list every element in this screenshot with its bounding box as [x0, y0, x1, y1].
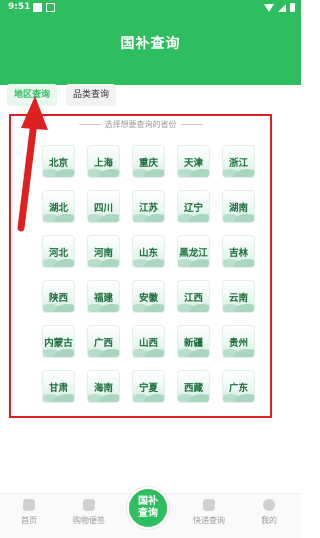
- province-label: 陕西: [48, 292, 68, 304]
- province-label: 湖南: [228, 202, 248, 214]
- province-button[interactable]: 内蒙古: [42, 325, 75, 358]
- notification-icons: [33, 3, 55, 12]
- province-button[interactable]: 湖南: [222, 190, 255, 223]
- province-button[interactable]: 福建: [87, 280, 120, 313]
- province-label: 重庆: [138, 157, 158, 169]
- province-button[interactable]: 重庆: [132, 145, 165, 178]
- province-label: 湖北: [48, 202, 68, 214]
- battery-icon: [290, 3, 295, 12]
- province-button[interactable]: 湖北: [42, 190, 75, 223]
- nav-shopping-notes[interactable]: 购物便签: [64, 499, 114, 526]
- nav-mine[interactable]: 我的: [244, 499, 294, 526]
- province-label: 甘肃: [48, 382, 68, 394]
- nav-mine-label: 我的: [261, 516, 277, 525]
- province-label: 浙江: [228, 157, 248, 169]
- province-label: 新疆: [183, 337, 203, 349]
- province-button[interactable]: 云南: [222, 280, 255, 313]
- province-label: 辽宁: [183, 202, 203, 214]
- province-button[interactable]: 天津: [177, 145, 210, 178]
- gallery-notification-icon: [33, 3, 42, 12]
- province-panel: 选择想要查询的省份 北京 上海 重庆 天津 浙江湖北 四川 江苏 辽宁 湖南河北 河南 山东 黑龙江 吉…: [9, 114, 272, 418]
- subsidy-query-label: 国补 查询: [138, 496, 158, 519]
- province-label: 江西: [183, 292, 203, 304]
- province-label: 黑龙江: [179, 247, 208, 259]
- app-header: 9:51 国补查询: [0, 0, 301, 85]
- province-label: 北京: [48, 157, 68, 169]
- tab-category-query[interactable]: 品类查询: [66, 84, 117, 106]
- province-button[interactable]: 广西: [87, 325, 120, 358]
- nav-express-query[interactable]: 快递查询: [184, 499, 234, 526]
- package-icon: [203, 499, 215, 511]
- province-button[interactable]: 上海: [87, 145, 120, 178]
- province-button[interactable]: 西藏: [177, 370, 210, 403]
- province-button[interactable]: 江苏: [132, 190, 165, 223]
- home-icon: [23, 499, 35, 511]
- province-button[interactable]: 新疆: [177, 325, 210, 358]
- province-button[interactable]: 四川: [87, 190, 120, 223]
- subsidy-query-button[interactable]: 国补 查询: [127, 487, 169, 529]
- province-label: 山东: [138, 247, 158, 259]
- nav-home-label: 首页: [21, 516, 37, 525]
- province-button[interactable]: 辽宁: [177, 190, 210, 223]
- province-button[interactable]: 浙江: [222, 145, 255, 178]
- province-button[interactable]: 河北: [42, 235, 75, 268]
- province-button[interactable]: 吉林: [222, 235, 255, 268]
- province-button[interactable]: 河南: [87, 235, 120, 268]
- province-button[interactable]: 安徽: [132, 280, 165, 313]
- nav-express-query-label: 快递查询: [193, 516, 225, 525]
- nav-home[interactable]: 首页: [4, 499, 54, 526]
- province-label: 山西: [138, 337, 158, 349]
- province-label: 四川: [93, 202, 113, 214]
- province-button[interactable]: 陕西: [42, 280, 75, 313]
- signal-icon: [278, 3, 286, 12]
- province-button[interactable]: 贵州: [222, 325, 255, 358]
- province-label: 内蒙古: [44, 337, 73, 349]
- province-label: 河北: [48, 247, 68, 259]
- province-label: 宁夏: [138, 382, 158, 394]
- province-button[interactable]: 宁夏: [132, 370, 165, 403]
- tab-region-query[interactable]: 地区查询: [7, 84, 58, 106]
- province-label: 上海: [93, 157, 113, 169]
- province-label: 云南: [228, 292, 248, 304]
- province-button[interactable]: 黑龙江: [177, 235, 210, 268]
- note-icon: [83, 499, 95, 511]
- page-title: 国补查询: [120, 36, 181, 52]
- status-bar: 9:51: [0, 0, 301, 17]
- province-label: 河南: [93, 247, 113, 259]
- province-button[interactable]: 广东: [222, 370, 255, 403]
- province-button[interactable]: 山西: [132, 325, 165, 358]
- panel-hint: 选择想要查询的省份: [11, 119, 270, 130]
- profile-icon: [263, 499, 275, 511]
- province-button[interactable]: 甘肃: [42, 370, 75, 403]
- province-label: 天津: [183, 157, 203, 169]
- province-button[interactable]: 江西: [177, 280, 210, 313]
- province-label: 江苏: [138, 202, 158, 214]
- province-label: 贵州: [228, 337, 248, 349]
- wifi-icon: [264, 3, 274, 12]
- province-label: 西藏: [183, 382, 203, 394]
- query-tabs: 地区查询 品类查询: [7, 84, 117, 106]
- province-label: 广东: [228, 382, 248, 394]
- province-button[interactable]: 北京: [42, 145, 75, 178]
- system-icons: [264, 3, 295, 12]
- province-label: 海南: [93, 382, 113, 394]
- status-time: 9:51: [8, 2, 31, 12]
- app-notification-icon: [46, 3, 55, 12]
- nav-shopping-notes-label: 购物便签: [73, 516, 105, 525]
- province-label: 安徽: [138, 292, 158, 304]
- province-label: 吉林: [228, 247, 248, 259]
- province-button[interactable]: 海南: [87, 370, 120, 403]
- province-grid: 北京 上海 重庆 天津 浙江湖北 四川 江苏 辽宁 湖南河北 河南 山东 黑龙江 吉林陕西 福建 安徽 江西 云…: [42, 145, 255, 403]
- province-button[interactable]: 山东: [132, 235, 165, 268]
- province-label: 福建: [93, 292, 113, 304]
- province-label: 广西: [93, 337, 113, 349]
